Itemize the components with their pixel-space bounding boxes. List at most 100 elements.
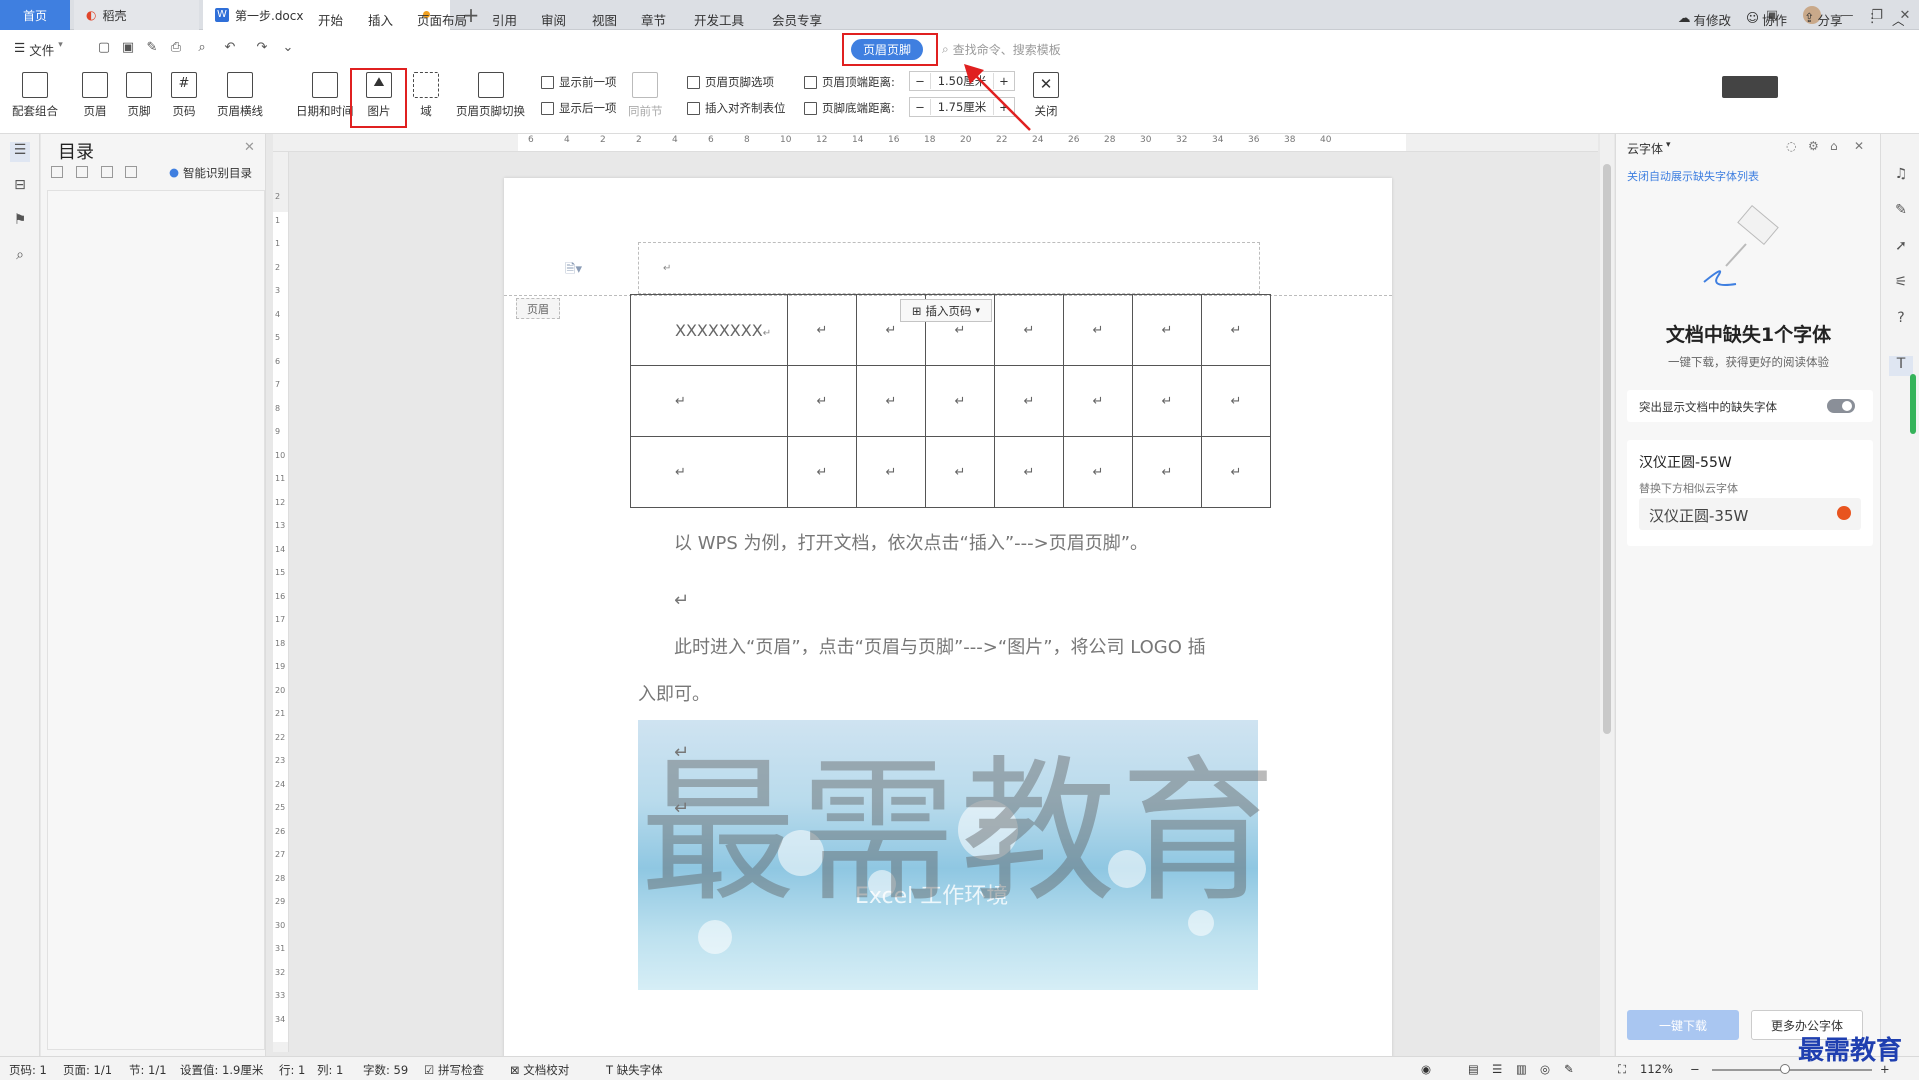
modified-button[interactable]: ☁ 有修改 xyxy=(1678,10,1731,29)
menu-member[interactable]: 会员专享 xyxy=(772,10,822,29)
menu-reference[interactable]: 引用 xyxy=(492,10,517,29)
menu-page-layout[interactable]: 页面布局 xyxy=(417,10,467,29)
table-cell[interactable]: ↵ xyxy=(994,294,1064,366)
paragraph-2-line-2[interactable]: 入即可。 xyxy=(638,680,710,706)
menu-insert[interactable]: 插入 xyxy=(368,10,393,29)
close-auto-show-link[interactable]: 关闭自动展示缺失字体列表 xyxy=(1627,168,1759,184)
zoom-out-button[interactable]: − xyxy=(1690,1062,1700,1076)
insert-page-number-button[interactable]: ⊞ 插入页码 ▾ xyxy=(900,299,992,322)
highlight-missing-toggle[interactable] xyxy=(1827,399,1855,413)
menu-review[interactable]: 审阅 xyxy=(541,10,566,29)
outline-view-icon[interactable]: ☰ xyxy=(1492,1062,1502,1076)
table-cell[interactable]: ↵ xyxy=(1132,294,1202,366)
gear-icon[interactable]: ⚙ xyxy=(1808,139,1819,153)
menu-developer[interactable]: 开发工具 xyxy=(694,10,744,29)
more-icon[interactable]: ⋮ xyxy=(1866,10,1879,25)
share-button[interactable]: ⇪ 分享 xyxy=(1804,10,1843,29)
help-icon[interactable]: ? xyxy=(1891,310,1911,330)
doc-proof-button[interactable]: ⊠ 文档校对 xyxy=(510,1062,569,1078)
status-col[interactable]: 列: 1 xyxy=(317,1062,343,1078)
combo-button[interactable]: 配套组合 xyxy=(12,72,58,119)
download-all-button[interactable]: 一键下载 xyxy=(1627,1010,1739,1040)
table-cell[interactable]: ↵ xyxy=(787,436,857,508)
menu-chapter[interactable]: 章节 xyxy=(641,10,666,29)
vertical-ruler[interactable]: 2 1 1 2 3 4 5 6 7 8 9 10 11 12 13 14 15 16 17 18 19 20 21 22 23 2… xyxy=(273,152,289,1052)
adjust-icon[interactable]: ⚟ xyxy=(1891,274,1911,294)
menu-view[interactable]: 视图 xyxy=(592,10,617,29)
bookmark-icon[interactable]: ⚑ xyxy=(10,212,30,232)
horizontal-ruler[interactable]: 6 4 2 2 4 6 8 10 12 14 16 18 20 22 24 26 28 30 32 34 36 38 40 xyxy=(273,134,1598,152)
font-panel-icon[interactable]: T xyxy=(1889,356,1913,376)
switch-button[interactable]: 页眉页脚切换 xyxy=(456,72,525,119)
eye-icon[interactable]: ◉ xyxy=(1421,1062,1431,1076)
print-icon[interactable]: ⎙ xyxy=(168,40,184,56)
format-painter-icon[interactable]: ✎ xyxy=(144,40,160,56)
close-toc-icon[interactable]: ✕ xyxy=(244,140,255,155)
status-words[interactable]: 字数: 59 xyxy=(363,1062,408,1078)
collapse-all-icon[interactable] xyxy=(76,166,88,178)
missing-font-button[interactable]: T 缺失字体 xyxy=(606,1062,663,1078)
add-heading-icon[interactable] xyxy=(101,166,113,178)
tab-home[interactable]: 首页 xyxy=(0,0,70,30)
expand-all-icon[interactable] xyxy=(51,166,63,178)
web-view-icon[interactable]: ◎ xyxy=(1540,1062,1550,1076)
table-cell[interactable]: ↵ xyxy=(856,365,926,437)
header-format-icon[interactable]: 🗎▾ xyxy=(565,260,582,282)
doc-table[interactable]: XXXXXXXX↵ ↵ ↵ ↵ ↵ ↵ ↵ ↵ ↵ ↵ ↵ ↵ ↵ ↵ ↵ ↵ … xyxy=(630,294,1271,508)
same-as-prev-button[interactable]: 同前节 xyxy=(628,72,663,119)
close-panel-icon[interactable]: ✕ xyxy=(1854,139,1864,153)
read-view-icon[interactable]: ▥ xyxy=(1516,1062,1527,1076)
footer-button[interactable]: 页脚 xyxy=(126,72,152,119)
header-line-button[interactable]: 页眉横线 xyxy=(217,72,263,119)
replacement-font-option[interactable]: 汉仪正圆-35W xyxy=(1639,498,1861,530)
decrease-top-button[interactable]: − xyxy=(910,74,930,88)
show-prev-button[interactable]: 显示前一项 xyxy=(541,74,617,90)
table-cell[interactable]: ↵ xyxy=(1063,294,1133,366)
spell-check-button[interactable]: ☑ 拼写检查 xyxy=(424,1062,484,1078)
file-menu[interactable]: ☰ 文件 ▾ xyxy=(14,40,63,59)
zoom-slider[interactable] xyxy=(1712,1069,1872,1071)
save-icon[interactable]: ▣ xyxy=(120,40,136,56)
redo-icon[interactable]: ↷ xyxy=(254,40,270,56)
status-pages[interactable]: 页面: 1/1 xyxy=(63,1062,112,1078)
table-cell[interactable]: XXXXXXXX↵ xyxy=(630,294,788,366)
table-cell[interactable]: ↵ xyxy=(630,436,788,508)
show-next-button[interactable]: 显示后一项 xyxy=(541,100,617,116)
tab-daoke[interactable]: ◐ 稻壳 xyxy=(74,0,199,30)
smart-toc-button[interactable]: ● 智能识别目录 xyxy=(169,165,252,181)
pageno-button[interactable]: # 页码 xyxy=(171,72,197,119)
collab-button[interactable]: ☺ 协作 xyxy=(1746,10,1787,29)
scrollbar-thumb[interactable] xyxy=(1603,164,1611,734)
status-section[interactable]: 节: 1/1 xyxy=(129,1062,167,1078)
panel-title[interactable]: 云字体 ▾ xyxy=(1627,140,1671,157)
status-row[interactable]: 行: 1 xyxy=(279,1062,305,1078)
write-view-icon[interactable]: ✎ xyxy=(1564,1062,1574,1076)
menu-start[interactable]: 开始 xyxy=(318,10,343,29)
table-cell[interactable]: ↵ xyxy=(630,365,788,437)
new-doc-icon[interactable]: ▢ xyxy=(96,40,112,56)
datetime-button[interactable]: 日期和时间 xyxy=(296,72,354,119)
status-page[interactable]: 页码: 1 xyxy=(9,1062,47,1078)
remove-heading-icon[interactable] xyxy=(125,166,137,178)
table-cell[interactable]: ↵ xyxy=(1201,365,1271,437)
pen-icon[interactable]: ✎ xyxy=(1891,202,1911,222)
table-cell[interactable]: ↵ xyxy=(994,436,1064,508)
collapse-ribbon-icon[interactable]: ︿ xyxy=(1892,10,1905,29)
table-cell[interactable]: ↵ xyxy=(1132,436,1202,508)
decrease-bottom-button[interactable]: − xyxy=(910,100,930,114)
paragraph-1[interactable]: 以 WPS 为例，打开文档，依次点击“插入”--->页眉页脚”。 xyxy=(674,529,1148,555)
table-cell[interactable]: ↵ xyxy=(1063,436,1133,508)
table-cell[interactable]: ↵ xyxy=(925,365,995,437)
toc-panel-icon[interactable]: ☰ xyxy=(10,142,30,162)
table-cell[interactable]: ↵ xyxy=(787,294,857,366)
table-cell[interactable]: ↵ xyxy=(925,436,995,508)
table-cell[interactable]: ↵ xyxy=(1132,365,1202,437)
table-cell[interactable]: ↵ xyxy=(787,365,857,437)
zoom-slider-thumb[interactable] xyxy=(1780,1064,1790,1074)
chat-icon[interactable]: ◌ xyxy=(1786,139,1796,153)
style-icon[interactable]: ♫ xyxy=(1891,166,1911,186)
header-region[interactable]: ↵ xyxy=(638,242,1260,294)
nav-structure-icon[interactable]: ⊟ xyxy=(10,177,30,197)
pin-icon[interactable]: ⌂ xyxy=(1830,139,1838,153)
vertical-scrollbar[interactable] xyxy=(1600,134,1614,1056)
